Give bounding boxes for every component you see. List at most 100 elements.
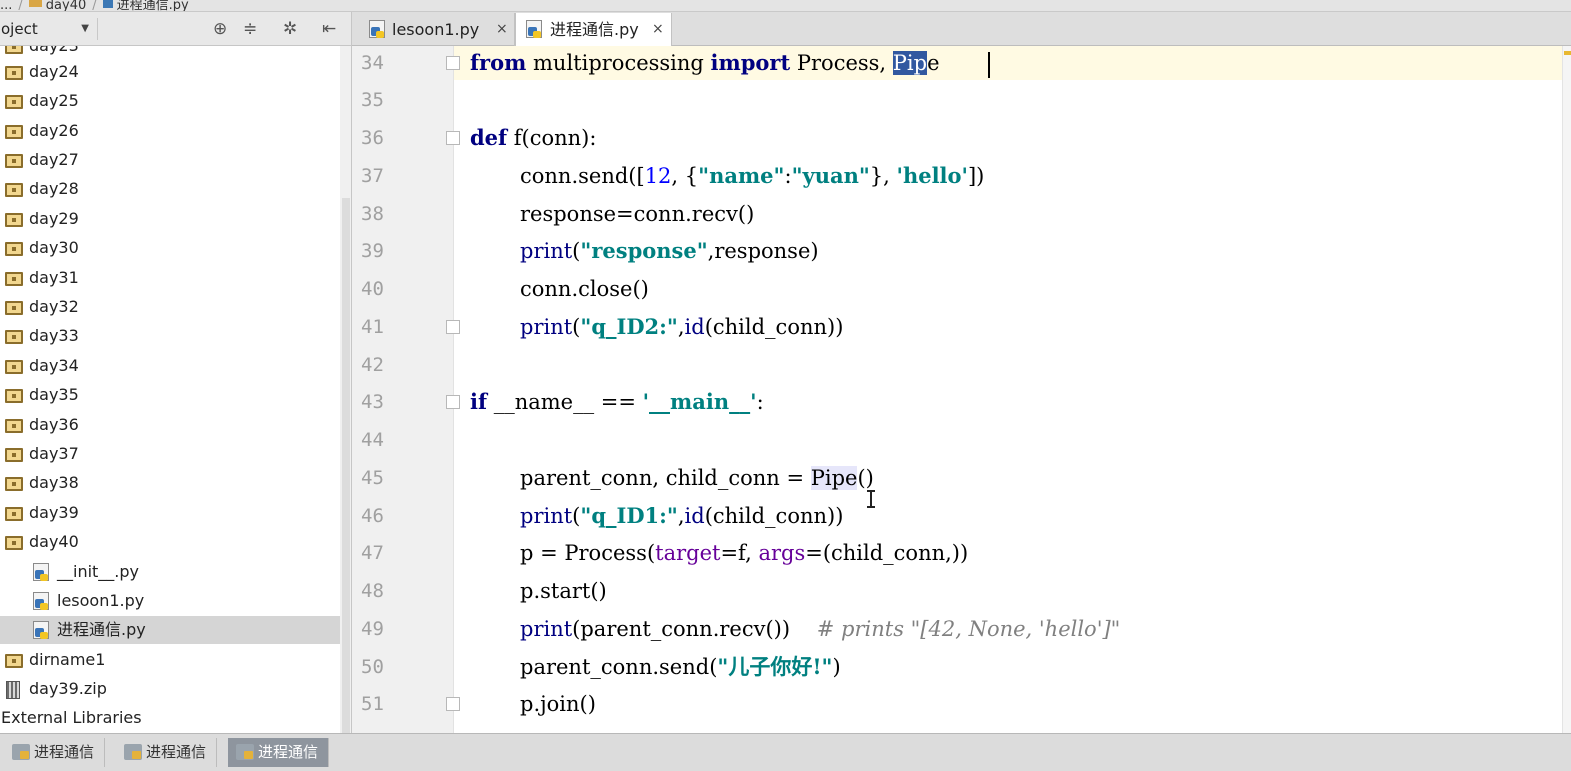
tree-item[interactable]: day34 xyxy=(0,352,340,380)
tree-item-label: day32 xyxy=(29,297,79,316)
warning-marker[interactable] xyxy=(1564,51,1571,55)
code-text: : xyxy=(756,390,764,414)
tree-scrollbar[interactable] xyxy=(340,46,352,733)
tree-item[interactable]: day31 xyxy=(0,264,340,292)
breadcrumb-folder[interactable]: day40 xyxy=(46,0,86,11)
keyword: import xyxy=(710,50,791,75)
folder-icon xyxy=(5,154,23,168)
breadcrumb-root[interactable]: ... xyxy=(0,0,12,11)
code-text: =f, xyxy=(720,541,759,565)
code-text: multiprocessing xyxy=(526,51,711,75)
line-number: 44 xyxy=(361,429,384,451)
code-line-50[interactable]: parent_conn.send("儿子你好!") xyxy=(520,650,841,684)
line-number: 42 xyxy=(361,354,384,376)
close-icon[interactable]: × xyxy=(496,13,508,46)
code-line-34[interactable]: from multiprocessing import Process, Pip… xyxy=(470,46,940,80)
code-text: }, xyxy=(869,164,897,188)
string-literal: '__main__' xyxy=(642,389,757,414)
code-line-41[interactable]: print("q_ID2:",id(child_conn)) xyxy=(520,310,843,344)
tree-item[interactable]: day38 xyxy=(0,469,340,497)
hide-icon[interactable]: ⇤ xyxy=(322,20,336,38)
tree-item[interactable]: day30 xyxy=(0,234,340,262)
code-text: (child_conn)) xyxy=(704,504,844,528)
code-line-37[interactable]: conn.send([12, {"name":"yuan"}, 'hello']… xyxy=(520,159,984,193)
tree-item[interactable]: day26 xyxy=(0,117,340,145)
code-text: p.join() xyxy=(520,692,596,716)
tree-item[interactable]: day40 xyxy=(0,528,340,556)
fold-marker[interactable] xyxy=(446,697,460,711)
tree-item[interactable]: day36 xyxy=(0,411,340,439)
fold-marker[interactable] xyxy=(446,131,460,145)
code-line-39[interactable]: print("response",response) xyxy=(520,234,819,268)
breadcrumb-file[interactable]: 进程通信.py xyxy=(117,0,189,11)
editor-marker-bar[interactable] xyxy=(1562,46,1571,733)
tree-item[interactable]: day28 xyxy=(0,175,340,203)
run-tab[interactable]: 进程通信 xyxy=(4,738,106,767)
line-number: 39 xyxy=(361,240,384,262)
tree-item-label: day26 xyxy=(29,121,79,140)
run-tab[interactable]: 进程通信 xyxy=(116,738,218,767)
tab-lesoon1[interactable]: lesoon1.py × xyxy=(360,13,515,46)
editor-tab-bar: lesoon1.py × 进程通信.py × xyxy=(352,12,1571,46)
scrollbar-thumb[interactable] xyxy=(342,198,350,733)
code-line-43[interactable]: if __name__ == '__main__': xyxy=(470,385,764,419)
python-file-icon xyxy=(33,592,49,610)
folder-icon xyxy=(5,272,23,286)
tree-item[interactable]: day27 xyxy=(0,146,340,174)
code-line-40[interactable]: conn.close() xyxy=(520,272,649,306)
tree-item[interactable]: day24 xyxy=(0,58,340,86)
code-line-46[interactable]: print("q_ID1:",id(child_conn)) xyxy=(520,499,843,533)
comment: # prints "[42, None, 'hello']" xyxy=(816,617,1121,641)
code-text: , xyxy=(677,504,685,528)
code-line-49[interactable]: print(parent_conn.recv()) # prints "[42,… xyxy=(520,612,1120,646)
tree-item[interactable]: dirname1 xyxy=(0,646,340,674)
tree-item-external-libraries[interactable]: External Libraries xyxy=(0,704,340,732)
gear-icon[interactable]: ✲ xyxy=(283,20,297,38)
code-line-51[interactable]: p.join() xyxy=(520,687,596,721)
tree-item[interactable]: day32 xyxy=(0,293,340,321)
tree-item[interactable]: day39 xyxy=(0,499,340,527)
code-line-38[interactable]: response=conn.recv() xyxy=(520,197,754,231)
tree-item[interactable]: day37 xyxy=(0,440,340,468)
tree-item[interactable]: lesoon1.py xyxy=(0,587,340,615)
collapse-icon[interactable]: ≑ xyxy=(243,20,257,38)
tree-item[interactable]: day29 xyxy=(0,205,340,233)
breadcrumb-separator: / xyxy=(18,0,23,12)
code-line-36[interactable]: def f(conn): xyxy=(470,121,596,155)
code-text: ,response) xyxy=(707,239,819,263)
tree-item-label: day36 xyxy=(29,415,79,434)
tree-item[interactable]: __init__.py xyxy=(0,558,340,586)
tree-item[interactable]: day35 xyxy=(0,381,340,409)
code-line-45[interactable]: parent_conn, child_conn = Pipe() xyxy=(520,461,874,495)
run-tab-active[interactable]: 进程通信 xyxy=(228,738,330,767)
code-text: response=conn.recv() xyxy=(520,202,755,226)
fold-marker[interactable] xyxy=(446,320,460,334)
tree-item[interactable]: day39.zip xyxy=(0,675,340,703)
tree-item-selected[interactable]: 进程通信.py xyxy=(0,616,340,644)
code-text: p.start() xyxy=(520,579,607,603)
tree-item-label: 进程通信.py xyxy=(57,620,146,639)
project-view-label: oject xyxy=(1,20,38,38)
tab-label: 进程通信.py xyxy=(550,20,639,39)
keyword-argument: target xyxy=(655,541,721,565)
tab-process-communication[interactable]: 进程通信.py × xyxy=(515,13,672,46)
code-text: , { xyxy=(671,164,699,188)
target-icon[interactable]: ⊕ xyxy=(213,20,227,38)
fold-marker[interactable] xyxy=(446,395,460,409)
project-view-selector[interactable]: oject ▼ xyxy=(0,18,98,40)
code-editor[interactable]: 34 35 36 37 38 39 40 41 42 43 44 45 46 4… xyxy=(352,46,1571,733)
fold-marker[interactable] xyxy=(446,56,460,70)
builtin: id xyxy=(684,315,705,339)
code-line-47[interactable]: p = Process(target=f, args=(child_conn,)… xyxy=(520,536,968,570)
tree-item[interactable]: day25 xyxy=(0,87,340,115)
string-literal: "name" xyxy=(698,163,785,188)
builtin: print xyxy=(520,617,573,641)
string-literal: "yuan" xyxy=(791,163,870,188)
close-icon[interactable]: × xyxy=(652,13,664,46)
code-line-48[interactable]: p.start() xyxy=(520,574,607,608)
tree-item-label: day40 xyxy=(29,532,79,551)
tree-item[interactable]: day33 xyxy=(0,322,340,350)
line-number: 47 xyxy=(361,542,384,564)
folder-icon xyxy=(5,242,23,256)
code-text: ) xyxy=(832,655,841,679)
